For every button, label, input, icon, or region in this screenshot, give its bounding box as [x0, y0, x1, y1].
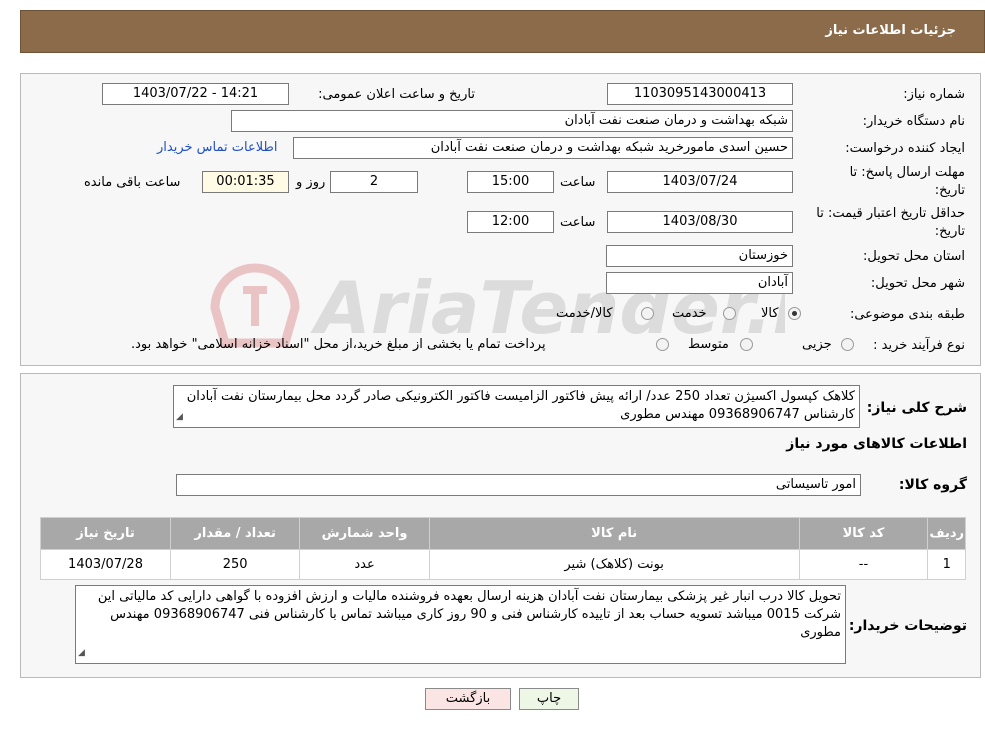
description-textarea[interactable]: کلاهک کپسول اکسیژن تعداد 250 عدد/ ارائه … — [173, 385, 860, 428]
description-text: کلاهک کپسول اکسیژن تعداد 250 عدد/ ارائه … — [186, 389, 855, 422]
need-number-label: شماره نیاز: — [903, 87, 965, 102]
buyer-notes-text: تحویل کالا درب انبار غیر پزشکی بیمارستان… — [97, 589, 841, 640]
page-header: جزئیات اطلاعات نیاز — [20, 10, 985, 53]
category-goods-label: کالا — [761, 306, 779, 321]
hours-remaining-label: ساعت باقی مانده — [84, 175, 181, 190]
resize-grip-icon[interactable]: ◢ — [176, 408, 183, 426]
buyer-org-field[interactable]: شبکه بهداشت و درمان صنعت نفت آبادان — [231, 110, 793, 132]
reply-deadline-label-2: تاریخ: — [934, 183, 965, 198]
reply-deadline-label: مهلت ارسال پاسخ: تا — [849, 165, 965, 180]
col-row-number: ردیف — [927, 517, 966, 550]
purchase-medium-label: متوسط — [688, 337, 729, 352]
days-remaining-field[interactable]: 2 — [330, 171, 418, 193]
countdown-timer: 00:01:35 — [202, 171, 289, 193]
purchase-medium-radio[interactable] — [740, 338, 753, 351]
goods-group-label: گروه کالا: — [898, 477, 967, 493]
city-label: شهر محل تحویل: — [870, 276, 965, 291]
requester-field[interactable]: حسین اسدی مامورخرید شبکه بهداشت و درمان … — [293, 137, 793, 159]
reply-date-field[interactable]: 1403/07/24 — [607, 171, 793, 193]
col-unit: واحد شمارش — [299, 517, 430, 550]
validity-time-field[interactable]: 12:00 — [467, 211, 554, 233]
cell-unit: عدد — [299, 549, 430, 580]
resize-grip-icon[interactable]: ◢ — [78, 644, 85, 662]
category-service-radio[interactable] — [723, 307, 736, 320]
col-goods-code: کد کالا — [798, 517, 929, 550]
city-field[interactable]: آبادان — [606, 272, 793, 294]
reply-time-field[interactable]: 15:00 — [467, 171, 554, 193]
province-field[interactable]: خوزستان — [606, 245, 793, 267]
treasury-bond-note: پرداخت تمام یا بخشی از مبلغ خرید،از محل … — [131, 337, 546, 352]
table-row[interactable]: 1 -- بونت (کلاهک) شیر عدد 250 1403/07/28 — [39, 549, 966, 580]
description-label: شرح کلی نیاز: — [866, 400, 967, 416]
category-both-label: کالا/خدمت — [556, 306, 613, 321]
cell-row-number: 1 — [927, 549, 966, 580]
buyer-org-label: نام دستگاه خریدار: — [862, 114, 965, 129]
back-button[interactable]: بازگشت — [425, 688, 511, 710]
goods-group-field[interactable]: امور تاسیساتی — [176, 474, 861, 496]
items-table-header: ردیف کد کالا نام کالا واحد شمارش تعداد /… — [39, 517, 966, 550]
print-button[interactable]: چاپ — [519, 688, 579, 710]
cell-need-date: 1403/07/28 — [39, 549, 172, 580]
page-title: جزئیات اطلاعات نیاز — [825, 23, 956, 38]
buyer-notes-textarea[interactable]: تحویل کالا درب انبار غیر پزشکی بیمارستان… — [75, 585, 846, 664]
price-validity-label: حداقل تاریخ اعتبار قیمت: تا — [816, 206, 965, 221]
cell-goods-name: بونت (کلاهک) شیر — [428, 549, 800, 580]
announce-datetime-field[interactable]: 1403/07/22 - 14:21 — [102, 83, 289, 105]
cell-goods-code: -- — [798, 549, 929, 580]
announce-datetime-label: تاریخ و ساعت اعلان عمومی: — [318, 87, 475, 102]
col-need-date: تاریخ نیاز — [39, 517, 172, 550]
cell-quantity: 250 — [170, 549, 301, 580]
validity-hour-label: ساعت — [560, 215, 596, 230]
buyer-notes-label: توضیحات خریدار: — [848, 618, 967, 634]
category-label: طبقه بندی موضوعی: — [849, 307, 965, 322]
day-and-label: روز و — [296, 175, 326, 190]
col-goods-name: نام کالا — [428, 517, 800, 550]
treasury-bond-checkbox[interactable] — [656, 338, 669, 351]
purchase-partial-label: جزیی — [802, 337, 832, 352]
col-quantity: تعداد / مقدار — [170, 517, 301, 550]
requester-label: ایجاد کننده درخواست: — [845, 141, 965, 156]
category-service-label: خدمت — [672, 306, 707, 321]
reply-hour-label: ساعت — [560, 175, 596, 190]
province-label: استان محل تحویل: — [863, 249, 965, 264]
category-goods-radio[interactable] — [788, 307, 801, 320]
price-validity-label-2: تاریخ: — [934, 224, 965, 239]
validity-date-field[interactable]: 1403/08/30 — [607, 211, 793, 233]
need-number-field[interactable]: 1103095143000413 — [607, 83, 793, 105]
items-section-title: اطلاعات کالاهای مورد نیاز — [786, 436, 967, 452]
category-both-radio[interactable] — [641, 307, 654, 320]
purchase-partial-radio[interactable] — [841, 338, 854, 351]
buyer-contact-link[interactable]: اطلاعات تماس خریدار — [157, 140, 277, 155]
items-table: ردیف کد کالا نام کالا واحد شمارش تعداد /… — [39, 517, 966, 580]
purchase-type-label: نوع فرآیند خرید : — [873, 338, 965, 353]
